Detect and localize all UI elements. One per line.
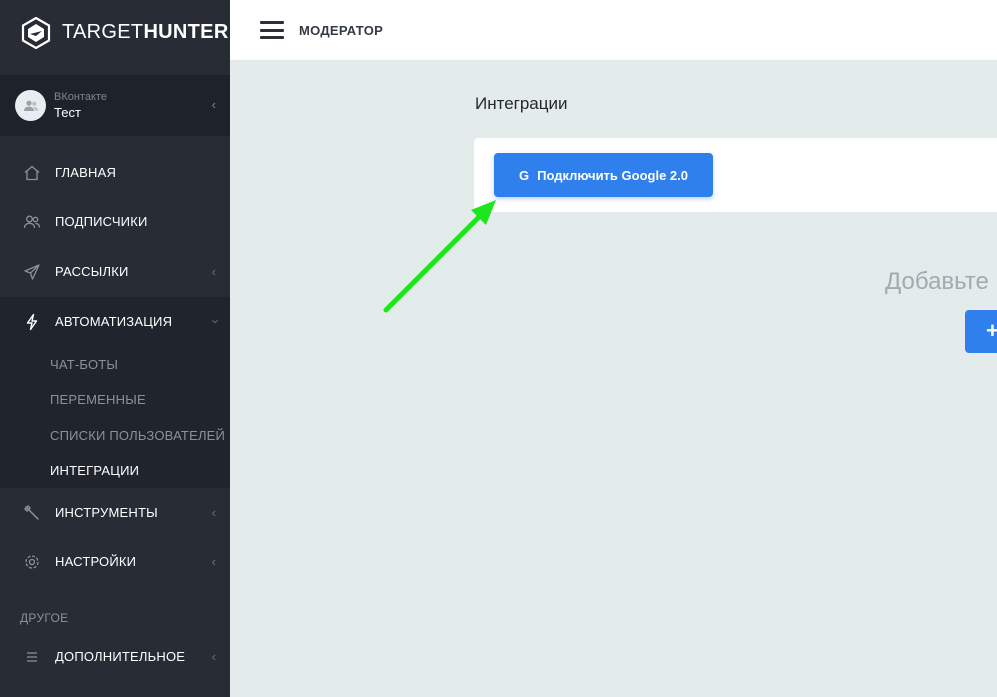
section-label-other: ДРУГОЕ <box>20 611 69 625</box>
logo-text: TARGETHUNTER <box>62 21 229 44</box>
menu-item-mailings[interactable]: РАССЫЛКИ ‹ <box>0 247 230 296</box>
menu-item-label: РАССЫЛКИ <box>55 264 129 279</box>
account-name: Тест <box>54 105 81 120</box>
chevron-left-icon: ‹ <box>211 264 216 279</box>
users-icon <box>22 212 42 232</box>
menu-item-subscribers[interactable]: ПОДПИСЧИКИ <box>0 197 230 246</box>
sidebar: TARGETHUNTER ВКонтакте Тест ‹ ГЛАВНАЯ ПО… <box>0 0 230 697</box>
connect-google-button-label: Подключить Google 2.0 <box>537 167 688 183</box>
add-button[interactable]: + <box>965 310 997 353</box>
menu-item-label: АВТОМАТИЗАЦИЯ <box>55 314 173 329</box>
topbar: МОДЕРАТОР <box>230 0 997 61</box>
menu-item-tools[interactable]: ИНСТРУМЕНТЫ ‹ <box>0 488 230 537</box>
send-icon <box>22 262 42 282</box>
google-icon: G <box>519 167 530 183</box>
bolt-icon <box>22 312 42 332</box>
green-arrow-annotation <box>383 200 496 313</box>
user-group-icon <box>23 100 38 111</box>
logo-text-part2: HUNTER <box>143 21 229 43</box>
menu-item-home[interactable]: ГЛАВНАЯ <box>0 148 230 197</box>
automation-submenu: ЧАТ-БОТЫ ПЕРЕМЕННЫЕ СПИСКИ ПОЛЬЗОВАТЕЛЕЙ… <box>0 346 230 488</box>
submenu-item-variables[interactable]: ПЕРЕМЕННЫЕ <box>50 392 146 407</box>
menu-item-label: НАСТРОЙКИ <box>55 554 137 569</box>
wrench-icon <box>22 503 42 523</box>
logo-icon <box>21 16 51 49</box>
submenu-item-user-lists[interactable]: СПИСКИ ПОЛЬЗОВАТЕЛЕЙ <box>50 428 225 443</box>
hamburger-menu-icon[interactable] <box>260 21 284 39</box>
menu-item-automation[interactable]: АВТОМАТИЗАЦИЯ ‹ <box>0 297 230 346</box>
menu-item-settings[interactable]: НАСТРОЙКИ ‹ <box>0 537 230 586</box>
page-title: Интеграции <box>475 94 568 113</box>
logo-text-part1: TARGET <box>62 21 144 43</box>
chevron-down-icon: ‹ <box>206 319 222 324</box>
account-network: ВКонтакте <box>54 91 107 103</box>
account-switcher[interactable]: ВКонтакте Тест ‹ <box>0 75 230 136</box>
chevron-left-icon: ‹ <box>211 505 216 520</box>
menu-item-label: ДОПОЛНИТЕЛЬНОЕ <box>55 649 186 664</box>
submenu-item-integrations[interactable]: ИНТЕГРАЦИИ <box>50 463 139 478</box>
chevron-left-icon: ‹ <box>211 97 216 112</box>
logo[interactable]: TARGETHUNTER <box>0 0 230 65</box>
home-icon <box>22 163 42 183</box>
connect-google-button[interactable]: G Подключить Google 2.0 <box>494 153 713 197</box>
menu-item-label: ИНСТРУМЕНТЫ <box>55 505 158 520</box>
menu-item-label: ПОДПИСЧИКИ <box>55 214 148 229</box>
chevron-left-icon: ‹ <box>211 649 216 664</box>
account-info: ВКонтакте Тест <box>54 90 107 121</box>
menu-item-label: ГЛАВНАЯ <box>55 165 117 180</box>
chevron-left-icon: ‹ <box>211 554 216 569</box>
list-icon <box>22 647 42 667</box>
empty-state-text: Добавьте <box>885 268 989 295</box>
topbar-title: МОДЕРАТОР <box>299 23 384 38</box>
avatar <box>15 90 46 121</box>
gear-icon <box>22 552 42 572</box>
submenu-item-chatbots[interactable]: ЧАТ-БОТЫ <box>50 357 118 372</box>
menu-item-additional[interactable]: ДОПОЛНИТЕЛЬНОЕ ‹ <box>0 632 230 681</box>
